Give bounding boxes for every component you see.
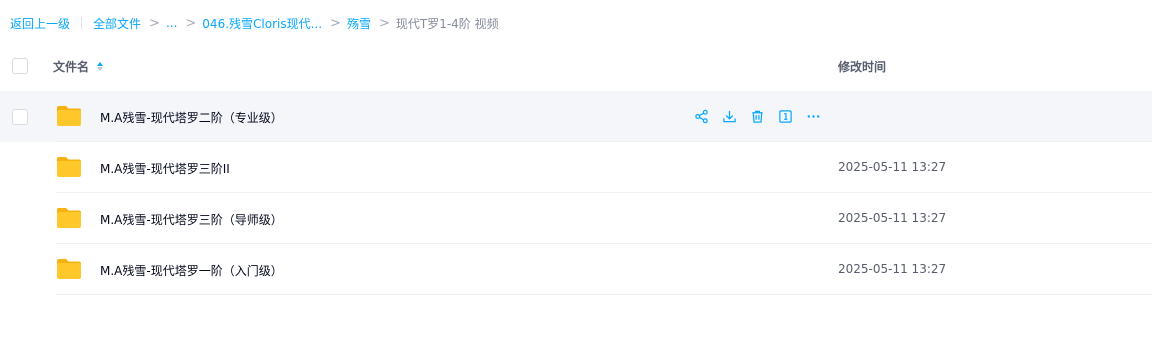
modified-time: 2025-05-11 13:27 (838, 262, 947, 276)
sort-ascending-icon[interactable] (97, 62, 104, 71)
row-divider (55, 294, 1152, 295)
delete-icon[interactable] (749, 108, 766, 125)
chevron-right-icon: > (378, 15, 390, 31)
modified-time: 2025-05-11 13:27 (838, 160, 947, 174)
breadcrumb-parent-folder[interactable]: 046.残雪Cloris现代... (202, 15, 322, 32)
file-list: M.A残雪-现代塔罗二阶（专业级） M.A残雪-现代塔罗三阶II 2025-05… (0, 91, 1152, 295)
file-name[interactable]: M.A残雪-现代塔罗二阶（专业级） (100, 109, 283, 126)
row-checkbox[interactable] (12, 109, 28, 125)
folder-icon (57, 259, 81, 279)
chevron-right-icon: > (185, 15, 197, 31)
folder-icon (57, 208, 81, 228)
table-row[interactable]: M.A残雪-现代塔罗一阶（入门级） 2025-05-11 13:27 (0, 244, 1152, 295)
folder-icon (57, 106, 81, 126)
download-icon[interactable] (721, 108, 738, 125)
file-name[interactable]: M.A残雪-现代塔罗三阶II (100, 160, 230, 177)
breadcrumb-folder[interactable]: 殇雪 (347, 15, 371, 32)
file-name[interactable]: M.A残雪-现代塔罗三阶（导师级） (100, 211, 283, 228)
modified-time: 2025-05-11 13:27 (838, 211, 947, 225)
chevron-right-icon: > (149, 15, 160, 31)
info-icon[interactable] (777, 108, 794, 125)
column-header-modified-time[interactable]: 修改时间 (838, 58, 886, 75)
table-row[interactable]: M.A残雪-现代塔罗二阶（专业级） (0, 91, 1152, 142)
back-link[interactable]: 返回上一级 (10, 15, 70, 32)
table-row[interactable]: M.A残雪-现代塔罗三阶II 2025-05-11 13:27 (0, 142, 1152, 193)
sort-by-name[interactable]: 文件名 (53, 58, 104, 75)
file-name[interactable]: M.A残雪-现代塔罗一阶（入门级） (100, 262, 283, 279)
column-header-name: 文件名 (53, 60, 90, 74)
more-icon[interactable] (805, 108, 822, 125)
folder-icon (57, 157, 81, 177)
breadcrumb-current: 现代T罗1-4阶 视频 (395, 16, 499, 31)
breadcrumb-all-files[interactable]: 全部文件 (93, 15, 141, 32)
table-row[interactable]: M.A残雪-现代塔罗三阶（导师级） 2025-05-11 13:27 (0, 193, 1152, 244)
table-header: 文件名 修改时间 (0, 44, 1152, 88)
row-actions (693, 108, 833, 125)
breadcrumb-divider (81, 17, 83, 29)
select-all-checkbox[interactable] (12, 58, 28, 74)
breadcrumb-ellipsis[interactable]: ... (166, 16, 177, 30)
chevron-right-icon: > (330, 15, 341, 31)
breadcrumb: 返回上一级 全部文件 > ... > 046.残雪Cloris现代... > 殇… (10, 14, 499, 32)
share-icon[interactable] (693, 108, 710, 125)
